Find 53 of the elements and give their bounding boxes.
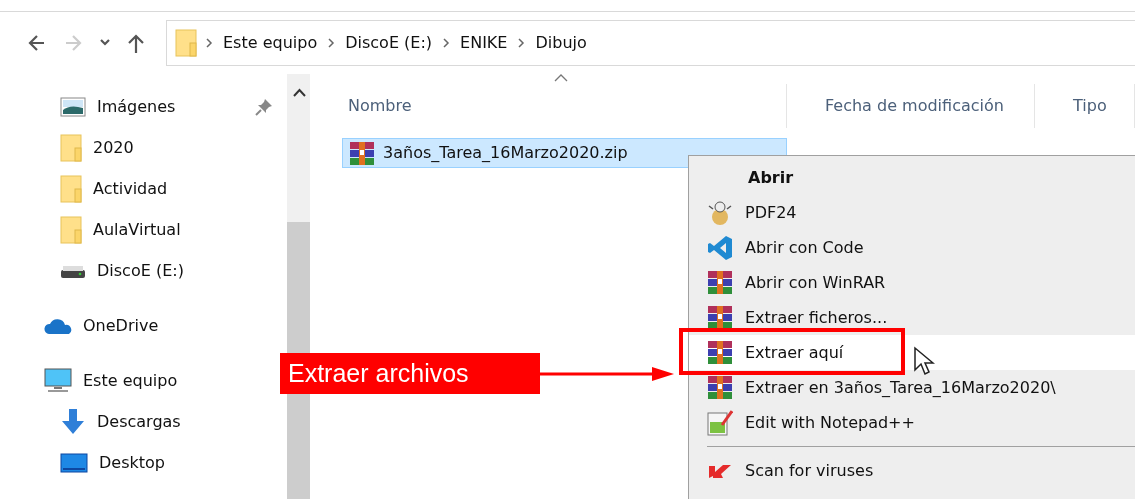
menu-item[interactable]: Extraer ficheros... bbox=[689, 300, 1135, 335]
notepad-icon bbox=[707, 409, 733, 436]
sidebar-item[interactable]: OneDrive bbox=[83, 313, 159, 338]
menu-item[interactable]: PDF24 bbox=[689, 195, 1135, 230]
menu-item[interactable]: Abrir con Code bbox=[689, 230, 1135, 265]
up-arrow-icon bbox=[126, 33, 146, 53]
shield-k-icon bbox=[707, 463, 733, 478]
chevron-icon bbox=[442, 37, 451, 49]
breadcrumb-item[interactable]: Este equipo bbox=[221, 31, 320, 55]
mouse-pointer-icon bbox=[913, 346, 935, 376]
code-editor-icon bbox=[707, 234, 733, 261]
chevron-icon bbox=[517, 37, 526, 49]
sort-ascending-icon bbox=[554, 74, 568, 82]
column-header[interactable]: Tipo bbox=[1035, 84, 1135, 128]
folder-icon bbox=[60, 133, 82, 162]
breadcrumb-item[interactable]: Dibujo bbox=[533, 31, 589, 55]
scroll-up-icon[interactable] bbox=[292, 88, 306, 97]
menu-item[interactable]: Scan for viruses bbox=[689, 453, 1135, 488]
folder-icon bbox=[175, 29, 197, 57]
menu-item[interactable]: Extraer aquí bbox=[689, 335, 1135, 370]
column-header[interactable]: Nombre bbox=[310, 84, 787, 128]
pin-icon[interactable] bbox=[254, 97, 273, 116]
archive-icon bbox=[707, 375, 733, 400]
sidebar-item[interactable]: Desktop bbox=[99, 450, 165, 475]
mascot-icon bbox=[707, 199, 733, 226]
desktop-icon bbox=[60, 451, 88, 474]
breadcrumb-item[interactable]: ENIKE bbox=[458, 31, 510, 55]
menu-item[interactable]: Edit with Notepad++ bbox=[689, 405, 1135, 440]
sidebar-item[interactable]: Imágenes bbox=[97, 94, 176, 119]
sidebar-item[interactable]: DiscoE (E:) bbox=[97, 258, 184, 283]
forward-arrow-icon bbox=[64, 33, 84, 53]
column-header[interactable]: Fecha de modificación bbox=[787, 84, 1035, 128]
archive-icon bbox=[707, 270, 733, 295]
callout-label: Extraer archivos bbox=[280, 353, 540, 394]
chevron-icon bbox=[327, 37, 336, 49]
download-arrow-icon bbox=[60, 408, 86, 435]
folder-icon bbox=[60, 215, 82, 244]
sidebar-item[interactable]: Este equipo bbox=[83, 368, 178, 393]
image-icon bbox=[60, 95, 86, 118]
chevron-icon bbox=[205, 37, 213, 49]
sidebar-item[interactable]: AulaVirtual bbox=[93, 217, 181, 242]
monitor-icon bbox=[44, 368, 72, 393]
sidebar-item[interactable]: Descargas bbox=[97, 409, 181, 434]
address-bar[interactable]: Este equipo DiscoE (E:) ENIKE Dibujo bbox=[166, 20, 1135, 66]
archive-icon bbox=[707, 305, 733, 330]
menu-item[interactable]: Abrir con WinRAR bbox=[689, 265, 1135, 300]
breadcrumb-item[interactable]: DiscoE (E:) bbox=[343, 31, 435, 55]
archive-icon bbox=[349, 140, 375, 166]
archive-icon bbox=[707, 340, 733, 365]
folder-icon bbox=[60, 174, 82, 203]
file-row[interactable]: 3años_Tarea_16Marzo2020.zip bbox=[342, 138, 787, 168]
sidebar-item[interactable]: 2020 bbox=[93, 135, 134, 160]
sidebar-item[interactable]: Actividad bbox=[93, 176, 168, 201]
